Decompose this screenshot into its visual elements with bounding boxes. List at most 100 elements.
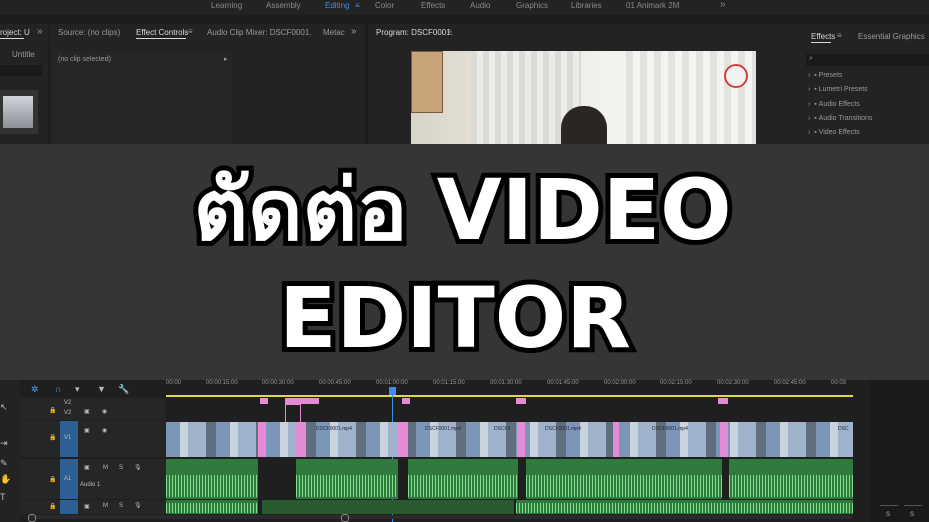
tree-item-lumetri[interactable]: › ▪ Lumetri Presets — [808, 86, 868, 93]
workspace-custom[interactable]: 01 Animark 2M — [626, 1, 679, 10]
tab-metadata[interactable]: Metac — [323, 28, 345, 37]
eye-icon[interactable]: ◉ — [102, 408, 107, 415]
project-thumbnail[interactable] — [0, 90, 38, 134]
ripple-tool-icon[interactable]: ⇥ — [0, 438, 8, 449]
tree-item-video-effects[interactable]: › ▪ Video Effects — [808, 129, 860, 136]
tab-audio-clip-mixer[interactable]: Audio Clip Mixer: DSCF0001. — [207, 28, 311, 37]
audio-clip[interactable] — [166, 459, 258, 499]
scroll-handle-right[interactable] — [341, 514, 349, 522]
v2-clip-outline[interactable] — [285, 404, 301, 424]
audio-clip[interactable] — [408, 459, 518, 499]
workspace-menu-icon[interactable]: ≡ — [355, 1, 360, 10]
scroll-handle-left[interactable] — [28, 514, 36, 522]
transition[interactable] — [258, 422, 266, 457]
v2-clip[interactable] — [718, 398, 728, 404]
workspace-graphics[interactable]: Graphics — [516, 1, 548, 10]
audio-clip[interactable] — [526, 459, 722, 499]
project-search-input[interactable] — [0, 65, 42, 76]
tab-menu-icon[interactable]: ≡ — [188, 27, 193, 36]
meter-solo-right[interactable]: S — [910, 512, 914, 518]
mute-button[interactable]: M — [103, 465, 108, 471]
effects-search-input[interactable] — [806, 54, 929, 66]
panel-overflow-icon[interactable]: » — [37, 26, 43, 37]
mute-button[interactable]: M — [103, 503, 108, 509]
tree-item-audio-effects[interactable]: › ▪ Audio Effects — [808, 101, 860, 108]
meter-solo-left[interactable]: S — [886, 512, 890, 518]
tab-source[interactable]: Source: (no clips) — [58, 28, 120, 37]
workspace-assembly[interactable]: Assembly — [266, 1, 301, 10]
add-marker-icon[interactable]: ▾ — [75, 384, 80, 395]
panel-overflow-icon[interactable]: » — [351, 26, 357, 37]
audio-clip[interactable] — [729, 459, 853, 499]
sync-icon[interactable]: ▣ — [84, 427, 90, 434]
tab-project[interactable]: roject: U — [0, 28, 30, 37]
lock-icon[interactable]: 🔒 — [49, 503, 56, 510]
audio-meters: S S — [870, 380, 929, 522]
expand-arrow-icon[interactable]: ▸ — [224, 55, 228, 63]
tab-menu-icon[interactable]: ≡ — [447, 27, 452, 36]
snap-icon[interactable]: ✲ — [31, 384, 39, 395]
tab-essential-graphics[interactable]: Essential Graphics — [858, 32, 925, 41]
workspace-learning[interactable]: Learning — [211, 1, 242, 10]
timeline-scrollbar[interactable] — [28, 515, 853, 519]
marker-icon[interactable]: ▼ — [97, 384, 106, 394]
lock-icon[interactable]: 🔒 — [49, 407, 56, 414]
audio-clip[interactable] — [516, 500, 853, 514]
sync-icon[interactable]: ▣ — [84, 408, 90, 415]
transition[interactable] — [720, 422, 728, 457]
tab-effect-controls[interactable]: Effect Controls — [136, 28, 188, 37]
sync-icon[interactable]: ▣ — [84, 503, 90, 510]
razor-tool-icon[interactable]: ✎ — [0, 458, 8, 469]
playhead-handle[interactable] — [389, 387, 396, 395]
tab-effects[interactable]: Effects — [811, 32, 835, 41]
project-item-label[interactable]: Untitle — [12, 50, 35, 59]
track-target-a2[interactable] — [60, 500, 78, 514]
hand-tool-icon[interactable]: ✋ — [0, 474, 11, 485]
linked-selection-icon[interactable]: ∩ — [55, 384, 61, 394]
track-target-a1[interactable]: A1 — [60, 459, 78, 499]
mic-icon[interactable]: 🎙 — [134, 464, 142, 471]
solo-button[interactable]: S — [119, 465, 123, 471]
transition[interactable] — [517, 422, 525, 457]
program-monitor-video[interactable] — [411, 51, 756, 144]
track-a1-label: A1 — [64, 476, 72, 482]
wrench-icon[interactable]: 🔧 — [118, 384, 129, 395]
clip-label: DSCF0 — [494, 426, 511, 432]
solo-button[interactable]: S — [119, 503, 123, 509]
track-header-a1: 🔒 A1 ▣ M S 🎙 Audio 1 — [20, 459, 166, 499]
tree-item-audio-transitions[interactable]: › ▪ Audio Transitions — [808, 115, 872, 122]
audio-clip[interactable] — [166, 500, 258, 514]
tree-item-presets[interactable]: › ▪ Presets — [808, 72, 842, 79]
audio-clip[interactable] — [262, 500, 514, 514]
tab-program[interactable]: Program: DSCF0001. — [376, 28, 453, 37]
audio-clip[interactable] — [296, 459, 398, 499]
transition[interactable] — [613, 422, 619, 457]
transition[interactable] — [295, 422, 305, 457]
sign-badge — [724, 64, 748, 88]
person-head — [561, 106, 607, 144]
v2-clip[interactable] — [402, 398, 410, 404]
mic-icon[interactable]: 🎙 — [134, 502, 142, 509]
clip-label: DSCF0001.mp4 — [425, 426, 461, 432]
transition[interactable] — [398, 422, 408, 457]
track-v2-label: V2 — [64, 410, 72, 416]
workspace-audio[interactable]: Audio — [470, 1, 490, 10]
selection-tool-icon[interactable]: ↖ — [0, 402, 8, 413]
timecode: 00:02:45:00 — [774, 380, 806, 386]
eye-icon[interactable]: ◉ — [102, 427, 107, 434]
type-tool-icon[interactable]: T — [0, 492, 6, 502]
lock-icon[interactable]: 🔒 — [49, 476, 56, 483]
track-target-v1[interactable]: V1 — [60, 421, 78, 457]
workspace-color[interactable]: Color — [375, 1, 394, 10]
workspace-overflow-icon[interactable]: » — [720, 0, 726, 10]
workspace-effects[interactable]: Effects — [421, 1, 445, 10]
work-area-bar[interactable] — [166, 395, 853, 397]
workspace-editing[interactable]: Editing — [325, 1, 349, 10]
lock-icon[interactable]: 🔒 — [49, 434, 56, 441]
v2-clip[interactable] — [516, 398, 526, 404]
tab-menu-icon[interactable]: ≡ — [837, 31, 842, 40]
sync-icon[interactable]: ▣ — [84, 464, 90, 471]
v2-clip[interactable] — [260, 398, 268, 404]
time-ruler[interactable]: 00:00 00:00:15:00 00:00:30:00 00:00:45:0… — [166, 380, 853, 396]
workspace-libraries[interactable]: Libraries — [571, 1, 602, 10]
